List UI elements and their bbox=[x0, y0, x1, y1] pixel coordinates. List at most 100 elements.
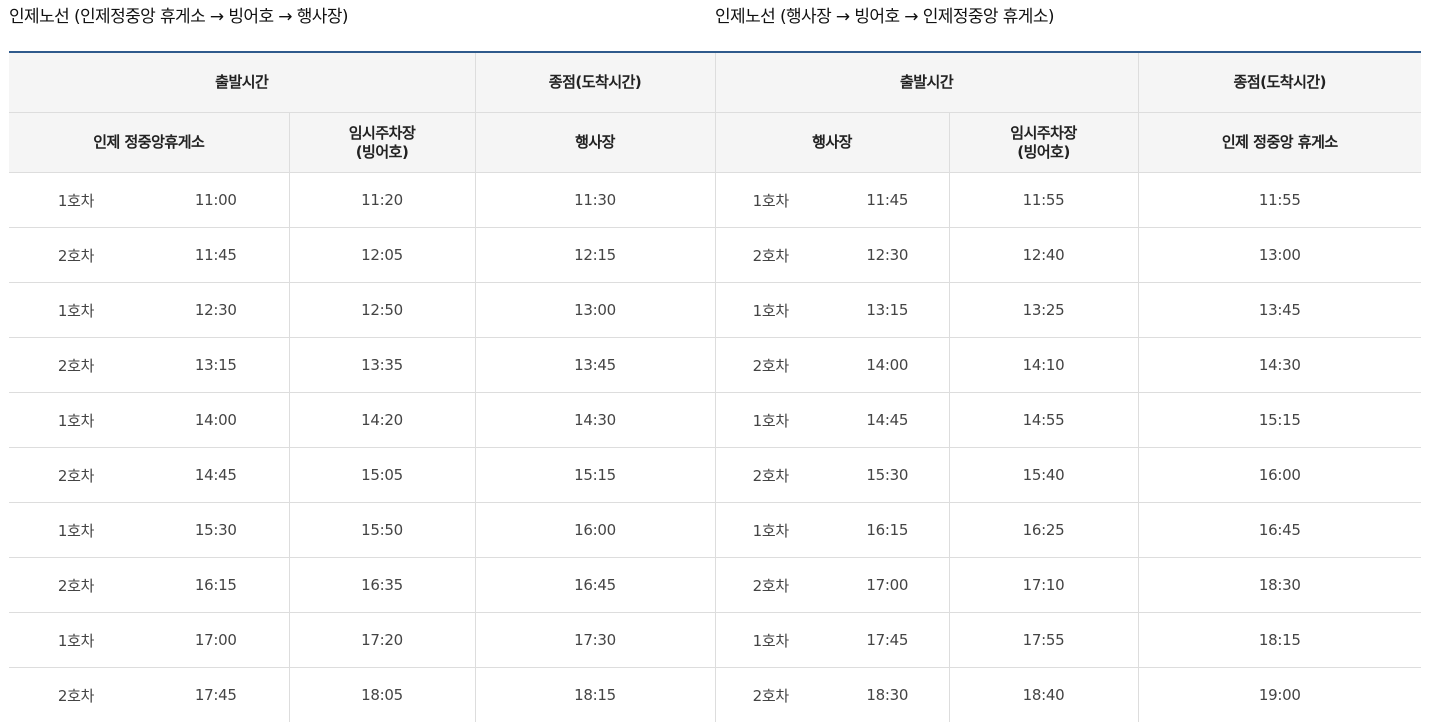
right-time-t3-cell: 13:00 bbox=[1137, 227, 1422, 283]
right-time-t1-cell: 18:30 bbox=[826, 667, 950, 722]
left-bus-number-cell: 2호차 bbox=[9, 227, 143, 283]
route-title-right: 인제노선 (행사장 → 빙어호 → 인제정중앙 휴게소) bbox=[715, 7, 1055, 27]
header-departure-left: 출발시간 bbox=[9, 51, 476, 113]
right-time-t2-cell: 15:40 bbox=[948, 447, 1139, 503]
left-bus-number-cell: 1호차 bbox=[9, 502, 143, 558]
right-bus-number-cell: 1호차 bbox=[714, 392, 827, 448]
left-bus-number-cell: 2호차 bbox=[9, 447, 143, 503]
right-time-t2-cell: 14:10 bbox=[948, 337, 1139, 393]
right-time-t1-cell: 17:00 bbox=[826, 557, 950, 613]
table-row: 1호차 11:00 11:20 11:30 1호차 11:45 11:55 11:55 bbox=[9, 172, 1422, 228]
header-row-stops: 인제 정중앙휴게소 임시주차장 (빙어호) 행사장 행사장 임시주차장 (빙어호… bbox=[9, 112, 1422, 173]
left-time-t3-cell: 13:00 bbox=[474, 282, 716, 338]
left-time-t2-cell: 15:50 bbox=[288, 502, 476, 558]
left-time-t1-cell: 17:45 bbox=[143, 667, 290, 722]
left-time-t3-cell: 16:45 bbox=[474, 557, 716, 613]
header-stop-venue-right: 행사장 bbox=[714, 112, 950, 173]
left-time-t3-cell: 17:30 bbox=[474, 612, 716, 668]
right-time-t1-cell: 14:00 bbox=[826, 337, 950, 393]
left-time-t2-cell: 15:05 bbox=[288, 447, 476, 503]
right-time-t1-cell: 11:45 bbox=[826, 172, 950, 228]
left-time-t1-cell: 14:00 bbox=[143, 392, 290, 448]
left-time-t1-cell: 17:00 bbox=[143, 612, 290, 668]
left-time-t2-cell: 18:05 bbox=[288, 667, 476, 722]
left-time-t2-cell: 11:20 bbox=[288, 172, 476, 228]
left-bus-number-cell: 1호차 bbox=[9, 612, 143, 668]
table-row: 1호차 12:30 12:50 13:00 1호차 13:15 13:25 13:45 bbox=[9, 282, 1422, 338]
right-time-t1-cell: 14:45 bbox=[826, 392, 950, 448]
right-bus-number-cell: 1호차 bbox=[714, 612, 827, 668]
right-bus-number-cell: 2호차 bbox=[714, 557, 827, 613]
header-terminal-left: 종점(도착시간) bbox=[474, 51, 716, 113]
left-bus-number-cell: 2호차 bbox=[9, 337, 143, 393]
route-title-left: 인제노선 (인제정중앙 휴게소 → 빙어호 → 행사장) bbox=[9, 7, 349, 27]
right-bus-number-cell: 2호차 bbox=[714, 447, 827, 503]
table-row: 2호차 11:45 12:05 12:15 2호차 12:30 12:40 13:00 bbox=[9, 227, 1422, 283]
left-time-t3-cell: 11:30 bbox=[474, 172, 716, 228]
left-time-t1-cell: 16:15 bbox=[143, 557, 290, 613]
header-stop-parking-right: 임시주차장 (빙어호) bbox=[948, 112, 1139, 173]
right-time-t3-cell: 11:55 bbox=[1137, 172, 1422, 228]
left-time-t3-cell: 14:30 bbox=[474, 392, 716, 448]
right-time-t2-cell: 16:25 bbox=[948, 502, 1139, 558]
left-time-t1-cell: 11:45 bbox=[143, 227, 290, 283]
table-row: 2호차 13:15 13:35 13:45 2호차 14:00 14:10 14:30 bbox=[9, 337, 1422, 393]
right-bus-number-cell: 1호차 bbox=[714, 502, 827, 558]
timetable-body: 1호차 11:00 11:20 11:30 1호차 11:45 11:55 11:55 2호차 1… bbox=[9, 172, 1422, 722]
right-bus-number-cell: 2호차 bbox=[714, 667, 827, 722]
right-time-t2-cell: 18:40 bbox=[948, 667, 1139, 722]
left-time-t1-cell: 13:15 bbox=[143, 337, 290, 393]
left-bus-number-cell: 1호차 bbox=[9, 282, 143, 338]
header-stop-parking-left: 임시주차장 (빙어호) bbox=[288, 112, 476, 173]
left-time-t3-cell: 16:00 bbox=[474, 502, 716, 558]
table-row: 1호차 17:00 17:20 17:30 1호차 17:45 17:55 18:15 bbox=[9, 612, 1422, 668]
left-time-t3-cell: 18:15 bbox=[474, 667, 716, 722]
header-stop-parking-right-line1: 임시주차장 bbox=[1010, 123, 1077, 142]
left-time-t3-cell: 12:15 bbox=[474, 227, 716, 283]
left-bus-number-cell: 1호차 bbox=[9, 172, 143, 228]
left-time-t1-cell: 12:30 bbox=[143, 282, 290, 338]
table-row: 2호차 14:45 15:05 15:15 2호차 15:30 15:40 16:00 bbox=[9, 447, 1422, 503]
left-time-t2-cell: 12:50 bbox=[288, 282, 476, 338]
right-time-t2-cell: 14:55 bbox=[948, 392, 1139, 448]
right-time-t1-cell: 17:45 bbox=[826, 612, 950, 668]
header-stop-parking-right-line2: (빙어호) bbox=[1017, 142, 1070, 161]
right-time-t2-cell: 13:25 bbox=[948, 282, 1139, 338]
right-bus-number-cell: 2호차 bbox=[714, 227, 827, 283]
left-time-t2-cell: 17:20 bbox=[288, 612, 476, 668]
table-row: 1호차 15:30 15:50 16:00 1호차 16:15 16:25 16:45 bbox=[9, 502, 1422, 558]
header-stop-venue-left: 행사장 bbox=[474, 112, 716, 173]
right-time-t3-cell: 19:00 bbox=[1137, 667, 1422, 722]
left-time-t1-cell: 14:45 bbox=[143, 447, 290, 503]
header-stop-parking-left-line2: (빙어호) bbox=[355, 142, 409, 161]
table-row: 2호차 17:45 18:05 18:15 2호차 18:30 18:40 19:00 bbox=[9, 667, 1422, 722]
left-time-t2-cell: 14:20 bbox=[288, 392, 476, 448]
left-time-t3-cell: 13:45 bbox=[474, 337, 716, 393]
right-time-t3-cell: 18:30 bbox=[1137, 557, 1422, 613]
header-stop-inje-rest-area-right: 인제 정중앙 휴게소 bbox=[1137, 112, 1422, 173]
right-bus-number-cell: 1호차 bbox=[714, 172, 827, 228]
right-time-t1-cell: 12:30 bbox=[826, 227, 950, 283]
right-time-t3-cell: 13:45 bbox=[1137, 282, 1422, 338]
right-time-t3-cell: 14:30 bbox=[1137, 337, 1422, 393]
right-time-t2-cell: 17:55 bbox=[948, 612, 1139, 668]
left-time-t1-cell: 15:30 bbox=[143, 502, 290, 558]
header-departure-right: 출발시간 bbox=[714, 51, 1139, 113]
right-bus-number-cell: 2호차 bbox=[714, 337, 827, 393]
right-time-t3-cell: 16:00 bbox=[1137, 447, 1422, 503]
right-bus-number-cell: 1호차 bbox=[714, 282, 827, 338]
left-time-t3-cell: 15:15 bbox=[474, 447, 716, 503]
right-time-t2-cell: 17:10 bbox=[948, 557, 1139, 613]
header-terminal-right: 종점(도착시간) bbox=[1137, 51, 1422, 113]
left-bus-number-cell: 1호차 bbox=[9, 392, 143, 448]
right-time-t3-cell: 18:15 bbox=[1137, 612, 1422, 668]
left-time-t2-cell: 16:35 bbox=[288, 557, 476, 613]
left-bus-number-cell: 2호차 bbox=[9, 557, 143, 613]
shuttle-timetable: 출발시간 종점(도착시간) 출발시간 종점(도착시간) 인제 정중앙휴게소 임시… bbox=[9, 51, 1422, 722]
left-time-t1-cell: 11:00 bbox=[143, 172, 290, 228]
right-time-t1-cell: 13:15 bbox=[826, 282, 950, 338]
left-bus-number-cell: 2호차 bbox=[9, 667, 143, 722]
right-time-t2-cell: 12:40 bbox=[948, 227, 1139, 283]
right-time-t1-cell: 16:15 bbox=[826, 502, 950, 558]
left-time-t2-cell: 13:35 bbox=[288, 337, 476, 393]
